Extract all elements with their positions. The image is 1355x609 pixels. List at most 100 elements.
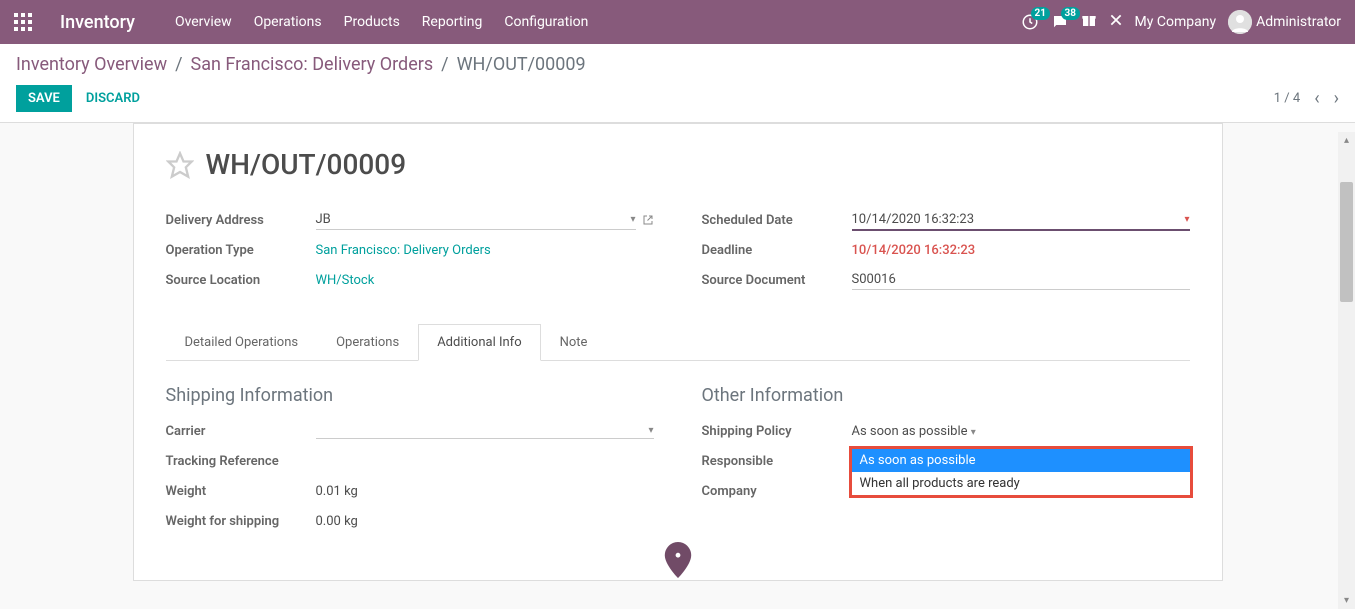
chevron-down-icon[interactable]: ▾ [630, 214, 635, 225]
breadcrumb-sep: / [175, 54, 182, 75]
nav-link-operations[interactable]: Operations [254, 14, 322, 30]
chevron-down-icon[interactable]: ▾ [971, 427, 976, 438]
breadcrumb-sep: / [441, 54, 448, 75]
scroll-up-icon[interactable]: ▴ [1338, 132, 1355, 149]
nav-link-configuration[interactable]: Configuration [504, 14, 588, 30]
top-navbar: Inventory Overview Operations Products R… [0, 0, 1355, 44]
value-operation-type[interactable]: San Francisco: Delivery Orders [316, 243, 654, 258]
breadcrumb-item-1[interactable]: San Francisco: Delivery Orders [191, 54, 434, 75]
dropdown-option-0[interactable]: As soon as possible [852, 449, 1190, 472]
form-grid: Delivery Address JB ▾ Operation Type San… [166, 209, 1190, 299]
label-source-location: Source Location [166, 273, 316, 288]
nav-right: 21 38 My Company Administrator [1021, 10, 1341, 34]
avatar-icon [1228, 10, 1252, 34]
chevron-down-icon[interactable]: ▾ [1184, 214, 1189, 225]
field-shipping-policy[interactable]: As soon as possible ▾ As soon as possibl… [852, 424, 1190, 439]
nav-link-products[interactable]: Products [344, 14, 400, 30]
form-sheet: WH/OUT/00009 Delivery Address JB ▾ Opera… [133, 123, 1223, 581]
breadcrumb: Inventory Overview / San Francisco: Deli… [16, 54, 1339, 75]
chevron-down-icon[interactable]: ▾ [648, 425, 653, 436]
value-source-location[interactable]: WH/Stock [316, 273, 654, 288]
scroll-thumb[interactable] [1340, 182, 1353, 302]
tab-operations[interactable]: Operations [317, 324, 418, 361]
label-deadline: Deadline [702, 243, 852, 258]
dropdown-option-1[interactable]: When all products are ready [852, 472, 1190, 495]
breadcrumb-item-0[interactable]: Inventory Overview [16, 54, 167, 75]
star-icon[interactable] [166, 151, 194, 179]
app-brand[interactable]: Inventory [60, 12, 135, 33]
actions-row: SAVE DISCARD 1 / 4 ‹ › [16, 85, 1339, 112]
user-menu[interactable]: Administrator [1228, 10, 1341, 34]
discard-button[interactable]: DISCARD [86, 91, 140, 106]
breadcrumb-current: WH/OUT/00009 [457, 54, 586, 75]
label-source-document: Source Document [702, 273, 852, 288]
tabs: Detailed Operations Operations Additiona… [166, 323, 1190, 361]
label-responsible: Responsible [702, 454, 852, 469]
shipping-policy-dropdown: As soon as possible When all products ar… [849, 446, 1193, 498]
value-source-document: S00016 [852, 272, 896, 287]
field-carrier[interactable]: ▾ [316, 423, 654, 439]
cross-icon[interactable] [1109, 13, 1123, 31]
value-weight: 0.01 kg [316, 484, 654, 499]
value-weight-shipping: 0.00 kg [316, 514, 654, 529]
section-shipping-info: Shipping Information Carrier ▾ Tracking … [166, 385, 654, 540]
tab-detailed-operations[interactable]: Detailed Operations [166, 324, 318, 361]
form-col-left: Delivery Address JB ▾ Operation Type San… [166, 209, 654, 299]
title-shipping-info: Shipping Information [166, 385, 654, 406]
form-col-right: Scheduled Date 10/14/2020 16:32:23 ▾ Dea… [702, 209, 1190, 299]
tab-note[interactable]: Note [541, 324, 607, 361]
value-deadline: 10/14/2020 16:32:23 [852, 243, 1190, 258]
nav-link-reporting[interactable]: Reporting [422, 14, 483, 30]
label-carrier: Carrier [166, 424, 316, 439]
row-tracking-ref: Tracking Reference [166, 450, 654, 472]
label-scheduled-date: Scheduled Date [702, 213, 852, 228]
label-delivery-address: Delivery Address [166, 213, 316, 228]
row-source-document: Source Document S00016 [702, 269, 1190, 291]
field-scheduled-date[interactable]: 10/14/2020 16:32:23 ▾ [852, 210, 1190, 231]
messages-count: 38 [1061, 7, 1080, 20]
pager-next-icon[interactable]: › [1334, 88, 1339, 109]
label-weight: Weight [166, 484, 316, 499]
messages-icon[interactable]: 38 [1051, 13, 1069, 31]
scrollbar[interactable]: ▴ ▾ [1338, 132, 1355, 609]
row-operation-type: Operation Type San Francisco: Delivery O… [166, 239, 654, 261]
value-shipping-policy: As soon as possible [852, 424, 968, 439]
save-button[interactable]: SAVE [16, 85, 72, 112]
row-scheduled-date: Scheduled Date 10/14/2020 16:32:23 ▾ [702, 209, 1190, 231]
company-name[interactable]: My Company [1135, 14, 1217, 30]
location-marker-icon[interactable] [663, 542, 693, 582]
label-weight-shipping: Weight for shipping [166, 514, 316, 529]
tab-content: Shipping Information Carrier ▾ Tracking … [166, 361, 1190, 540]
external-link-icon[interactable] [642, 211, 654, 230]
row-source-location: Source Location WH/Stock [166, 269, 654, 291]
field-delivery-address[interactable]: JB ▾ [316, 210, 636, 230]
field-source-document[interactable]: S00016 [852, 270, 1190, 290]
title-other-info: Other Information [702, 385, 1190, 406]
row-shipping-policy: Shipping Policy As soon as possible ▾ As… [702, 420, 1190, 442]
label-operation-type: Operation Type [166, 243, 316, 258]
tab-additional-info[interactable]: Additional Info [418, 324, 540, 361]
gift-icon[interactable] [1081, 12, 1097, 32]
user-name: Administrator [1256, 14, 1341, 30]
activity-icon[interactable]: 21 [1021, 13, 1039, 31]
section-other-info: Other Information Shipping Policy As soo… [702, 385, 1190, 540]
pager-text[interactable]: 1 / 4 [1274, 91, 1300, 106]
row-delivery-address: Delivery Address JB ▾ [166, 209, 654, 231]
value-scheduled-date: 10/14/2020 16:32:23 [852, 212, 975, 227]
label-company: Company [702, 484, 852, 499]
label-tracking-ref: Tracking Reference [166, 454, 316, 469]
apps-icon[interactable] [14, 13, 32, 31]
label-shipping-policy: Shipping Policy [702, 424, 852, 439]
title-row: WH/OUT/00009 [166, 148, 1190, 181]
control-row: Inventory Overview / San Francisco: Deli… [0, 44, 1355, 123]
record-title: WH/OUT/00009 [206, 148, 407, 181]
nav-links: Overview Operations Products Reporting C… [175, 14, 588, 30]
row-deadline: Deadline 10/14/2020 16:32:23 [702, 239, 1190, 261]
activity-count: 21 [1031, 7, 1050, 20]
row-weight-shipping: Weight for shipping 0.00 kg [166, 510, 654, 532]
pager: 1 / 4 ‹ › [1274, 88, 1339, 109]
row-weight: Weight 0.01 kg [166, 480, 654, 502]
nav-link-overview[interactable]: Overview [175, 14, 232, 30]
pager-prev-icon[interactable]: ‹ [1314, 88, 1319, 109]
scroll-down-icon[interactable]: ▾ [1338, 592, 1355, 609]
